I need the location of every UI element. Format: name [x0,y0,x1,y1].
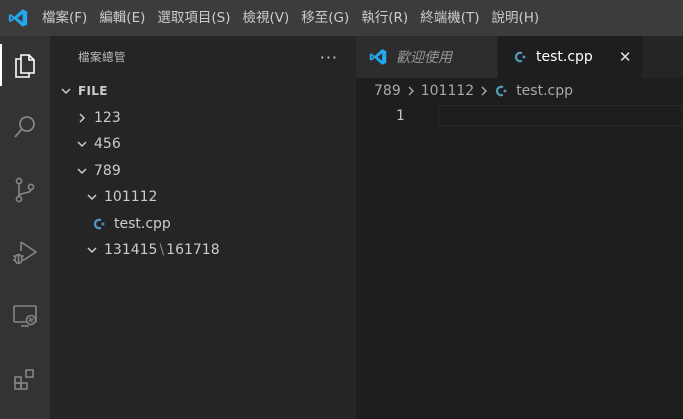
tree-file-test-cpp[interactable]: test.cpp [50,211,356,238]
tree-folder-131415-161718[interactable]: 131415 \ 161718 [50,237,356,264]
cpp-file-icon [514,47,528,67]
editor-tabs: 歡迎使用 test.cpp ✕ [356,36,683,78]
tab-welcome[interactable]: 歡迎使用 [356,36,498,78]
breadcrumb-segment-test-cpp[interactable]: test.cpp [516,83,573,99]
explorer-header: 檔案總管 ··· [50,36,356,78]
tree-folder-101112[interactable]: 101112 [50,184,356,211]
activity-run-debug[interactable] [0,228,50,278]
code-editor[interactable]: 1 [356,104,683,128]
cpp-file-icon [92,216,108,232]
chevron-right-icon [404,84,418,98]
menu-edit[interactable]: 編輯(E) [93,0,151,36]
tree-label: 456 [94,136,121,153]
current-line-highlight [438,105,683,126]
tree-label: 101112 [104,189,158,206]
tree-label: test.cpp [114,215,171,232]
chevron-down-icon [84,189,100,205]
title-bar: 檔案(F) 編輯(E) 選取項目(S) 檢視(V) 移至(G) 執行(R) 終端… [0,0,683,36]
explorer-sidebar: 檔案總管 ··· FILE 123 456 789 101112 test.cp… [50,36,356,419]
chevron-down-icon [58,83,74,99]
tree-label: 789 [94,162,121,179]
breadcrumb-segment-789[interactable]: 789 [374,83,401,99]
files-icon [15,54,35,78]
run-debug-icon [13,241,38,265]
activity-explorer[interactable] [0,40,50,90]
editor-area: 歡迎使用 test.cpp ✕ 789 101112 test.cpp 1 [356,36,683,419]
menu-terminal[interactable]: 終端機(T) [414,0,485,36]
menu-run[interactable]: 執行(R) [355,0,414,36]
activity-remote-explorer[interactable] [0,291,50,341]
menu-view[interactable]: 檢視(V) [237,0,296,36]
tree-compact-separator: \ [159,242,165,259]
search-icon [14,116,35,138]
breadcrumb: 789 101112 test.cpp [356,78,683,104]
menu-go[interactable]: 移至(G) [295,0,355,36]
tree-label: FILE [78,84,108,99]
activity-bar [0,36,50,419]
tab-label: test.cpp [536,49,593,65]
tab-label: 歡迎使用 [396,50,452,66]
more-actions-icon[interactable]: ··· [320,48,338,67]
chevron-down-icon [74,136,90,152]
tree-folder-123[interactable]: 123 [50,105,356,132]
file-tree: FILE 123 456 789 101112 test.cpp 131415 … [50,78,356,264]
close-icon[interactable]: ✕ [619,48,632,66]
tree-folder-789[interactable]: 789 [50,158,356,185]
chevron-right-icon [74,110,90,126]
vscode-logo-icon [368,47,388,67]
menu-help[interactable]: 說明(H) [485,0,545,36]
chevron-down-icon [84,242,100,258]
remote-explorer-icon [13,305,37,327]
tab-test-cpp[interactable]: test.cpp ✕ [498,36,643,78]
activity-extensions[interactable] [0,354,50,404]
tree-label: 123 [94,109,121,126]
tree-folder-456[interactable]: 456 [50,131,356,158]
chevron-down-icon [74,163,90,179]
cpp-file-icon [494,83,510,99]
menu-selection[interactable]: 選取項目(S) [151,0,236,36]
menu-file[interactable]: 檔案(F) [36,0,93,36]
activity-source-control[interactable] [0,165,50,215]
line-number: 1 [396,108,405,124]
chevron-right-icon [477,84,491,98]
breadcrumb-segment-101112[interactable]: 101112 [421,83,474,99]
activity-search[interactable] [0,102,50,152]
tree-label-compact-b[interactable]: 161718 [166,242,219,258]
source-control-icon [15,177,35,203]
menu-bar: 檔案(F) 編輯(E) 選取項目(S) 檢視(V) 移至(G) 執行(R) 終端… [36,0,545,36]
explorer-title: 檔案總管 [78,50,126,64]
tree-root-file[interactable]: FILE [50,78,356,105]
vscode-logo-icon [0,0,36,36]
extensions-icon [14,369,34,390]
tree-label-compact-a[interactable]: 131415 [104,242,157,258]
